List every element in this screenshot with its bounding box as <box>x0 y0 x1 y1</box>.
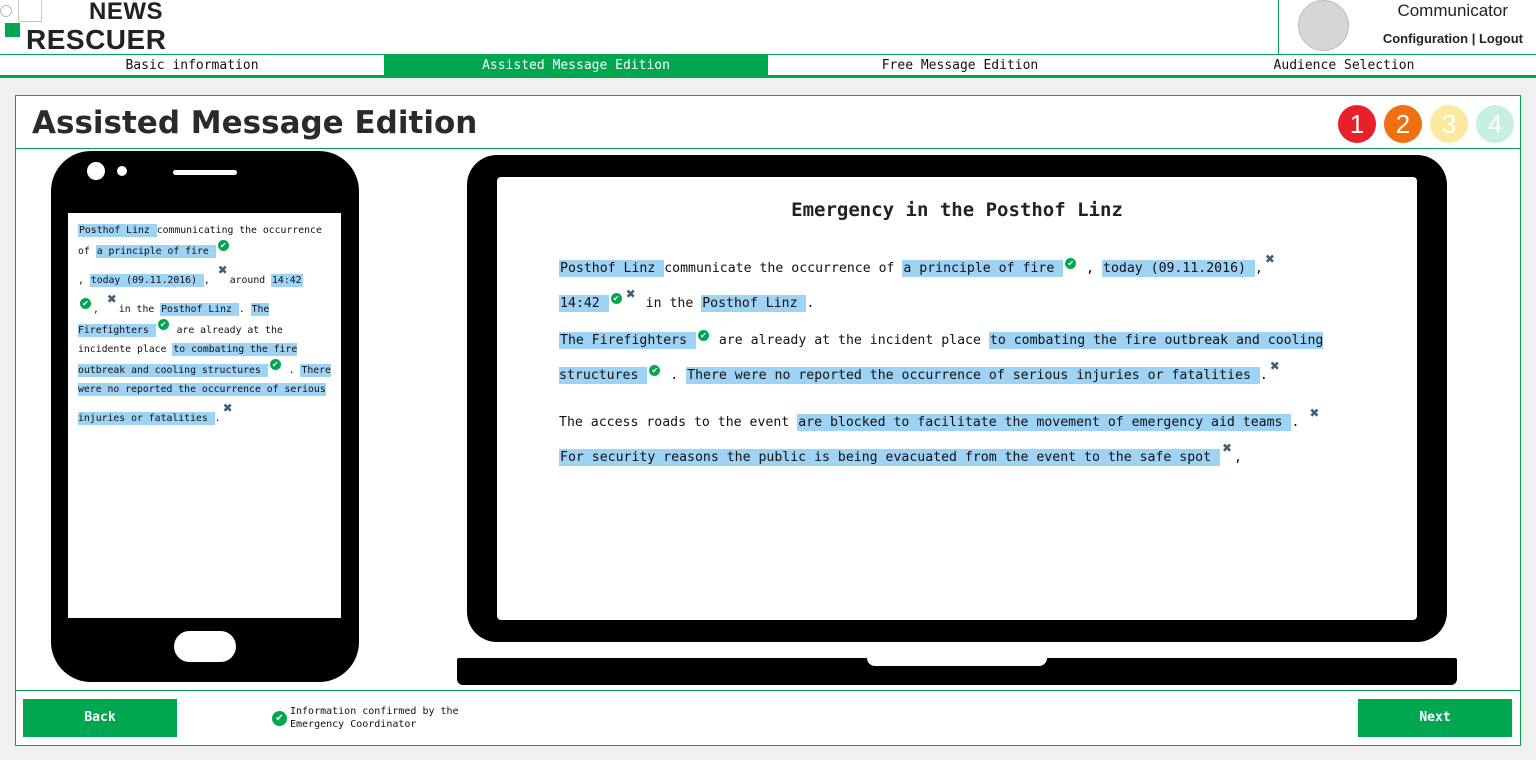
phone-text: . <box>214 413 221 424</box>
check-icon: ✔ <box>272 710 287 726</box>
logo-circle-shape <box>0 5 12 17</box>
step-3: 3 <box>1430 105 1468 143</box>
divider <box>16 690 1520 691</box>
message-chunk[interactable]: The Firefighters <box>559 332 696 349</box>
remove-icon[interactable]: ✖ <box>626 282 636 307</box>
check-icon: ✔ <box>80 298 91 309</box>
tab-assisted-message-edition[interactable]: Assisted Message Edition <box>384 55 768 76</box>
phone-text: in the <box>118 304 161 315</box>
logo-outline-square-shape <box>18 0 42 22</box>
check-icon: ✔ <box>269 359 281 370</box>
tab-basic-information[interactable]: Basic information <box>0 55 384 76</box>
user-links: Configuration | Logout <box>1383 31 1523 46</box>
phone-chunk[interactable]: a principle of fire <box>95 245 216 258</box>
remove-icon[interactable]: ✖ <box>1222 436 1232 461</box>
message-chunk[interactable]: are blocked to facilitate the movement o… <box>797 414 1292 431</box>
phone-chunk[interactable]: Posthof Linz <box>78 224 157 237</box>
legend-text: Information confirmed by the Emergency C… <box>290 706 459 730</box>
phone-sensor-icon <box>117 166 127 176</box>
message-text: . <box>1291 415 1308 430</box>
user-role: Communicator <box>1397 1 1508 20</box>
back-button[interactable]: Back <box>23 699 177 737</box>
app-header: NEWS RESCUER Communicator Configuration … <box>0 0 1536 55</box>
phone-message: Posthof Linz communicating the occurrenc… <box>78 221 331 428</box>
remove-icon[interactable]: ✖ <box>223 399 233 418</box>
wizard-tabs: Basic information Assisted Message Editi… <box>0 54 1536 78</box>
step-2: 2 <box>1384 105 1422 143</box>
remove-icon[interactable]: ✖ <box>1265 247 1275 272</box>
avatar[interactable] <box>1298 0 1349 51</box>
remove-icon[interactable]: ✖ <box>1309 401 1319 426</box>
configuration-link[interactable]: Configuration <box>1383 31 1468 46</box>
message-text: communicate the occurrence of <box>664 261 903 276</box>
check-icon: ✔ <box>1065 258 1077 269</box>
tab-free-message-edition[interactable]: Free Message Edition <box>768 55 1152 76</box>
divider <box>16 148 1520 149</box>
logo-text-news: NEWS <box>89 0 163 25</box>
message-chunk[interactable]: For security reasons the public is being… <box>559 448 1220 466</box>
phone-home-button-icon <box>174 631 236 662</box>
step-1: 1 <box>1338 105 1376 143</box>
logo-green-square-shape <box>5 23 20 37</box>
message-chunk[interactable]: a principle of fire <box>902 260 1064 277</box>
message-text: The access roads to the event <box>559 415 798 430</box>
message-paragraph-3: The access roads to the event are blocke… <box>559 401 1349 470</box>
remove-icon[interactable]: ✖ <box>1270 354 1280 379</box>
laptop-message: Posthof Linz communicate the occurrence … <box>559 247 1349 483</box>
message-text: , <box>1254 261 1263 276</box>
message-paragraph-1: Posthof Linz communicate the occurrence … <box>559 247 1349 316</box>
phone-speaker-icon <box>173 170 237 175</box>
message-title: Emergency in the Posthof Linz <box>791 199 1123 221</box>
link-separator: | <box>1471 31 1476 46</box>
message-text: , <box>1234 449 1242 465</box>
page-title: Assisted Message Edition <box>32 105 478 141</box>
message-text: . <box>1259 367 1268 383</box>
main-panel: Assisted Message Edition 1 2 3 4 Posthof… <box>15 95 1521 746</box>
message-chunk[interactable]: Posthof Linz <box>701 294 807 312</box>
message-text: . <box>806 295 815 311</box>
phone-text: , <box>93 304 105 315</box>
phone-camera-icon <box>87 162 105 180</box>
check-icon: ✔ <box>649 364 661 376</box>
step-indicator: 1 2 3 4 <box>1338 105 1514 143</box>
news-rescuer-logo: NEWS RESCUER <box>0 0 170 55</box>
phone-text: , <box>78 275 90 286</box>
check-icon: ✔ <box>697 330 709 341</box>
remove-icon[interactable]: ✖ <box>218 261 228 280</box>
message-paragraph-2: The Firefighters ✔ are already at the in… <box>559 329 1349 388</box>
message-chunk[interactable]: today (09.11.2016) <box>1102 260 1255 277</box>
confirmation-legend: ✔ Information confirmed by the Emergency… <box>270 705 480 731</box>
logo-text-rescuer: RESCUER <box>26 24 167 55</box>
check-icon: ✔ <box>157 319 169 330</box>
laptop-screen: Emergency in the Posthof Linz Posthof Li… <box>497 177 1417 620</box>
laptop-preview: Emergency in the Posthof Linz Posthof Li… <box>467 155 1447 642</box>
phone-text: . <box>282 365 301 376</box>
phone-text: around <box>229 275 272 286</box>
phone-preview: Posthof Linz communicating the occurrenc… <box>51 151 359 682</box>
logout-link[interactable]: Logout <box>1479 31 1523 46</box>
user-panel: Communicator Configuration | Logout <box>1278 0 1536 54</box>
message-text: . <box>662 367 687 383</box>
phone-screen: Posthof Linz communicating the occurrenc… <box>68 213 341 618</box>
phone-chunk[interactable]: Posthof Linz <box>160 303 239 316</box>
laptop-base <box>457 658 1457 685</box>
next-button[interactable]: Next <box>1358 699 1512 737</box>
remove-icon[interactable]: ✖ <box>107 290 117 309</box>
tab-audience-selection[interactable]: Audience Selection <box>1152 55 1536 76</box>
laptop-notch <box>867 658 1047 666</box>
phone-text: , <box>203 275 216 286</box>
step-4: 4 <box>1476 105 1514 143</box>
message-chunk[interactable]: Posthof Linz <box>559 260 665 277</box>
check-icon: ✔ <box>610 292 622 304</box>
message-text: in the <box>637 295 702 311</box>
message-chunk[interactable]: 14:42 <box>559 294 609 312</box>
phone-chunk[interactable]: 14:42 <box>271 274 303 287</box>
message-chunk[interactable]: There were no reported the occurrence of… <box>686 366 1260 384</box>
message-text: are already at the incident place <box>710 333 989 348</box>
phone-text: . <box>238 304 251 315</box>
message-text: , <box>1078 261 1103 276</box>
phone-chunk[interactable]: today (09.11.2016) <box>89 274 204 287</box>
check-icon: ✔ <box>217 240 229 251</box>
